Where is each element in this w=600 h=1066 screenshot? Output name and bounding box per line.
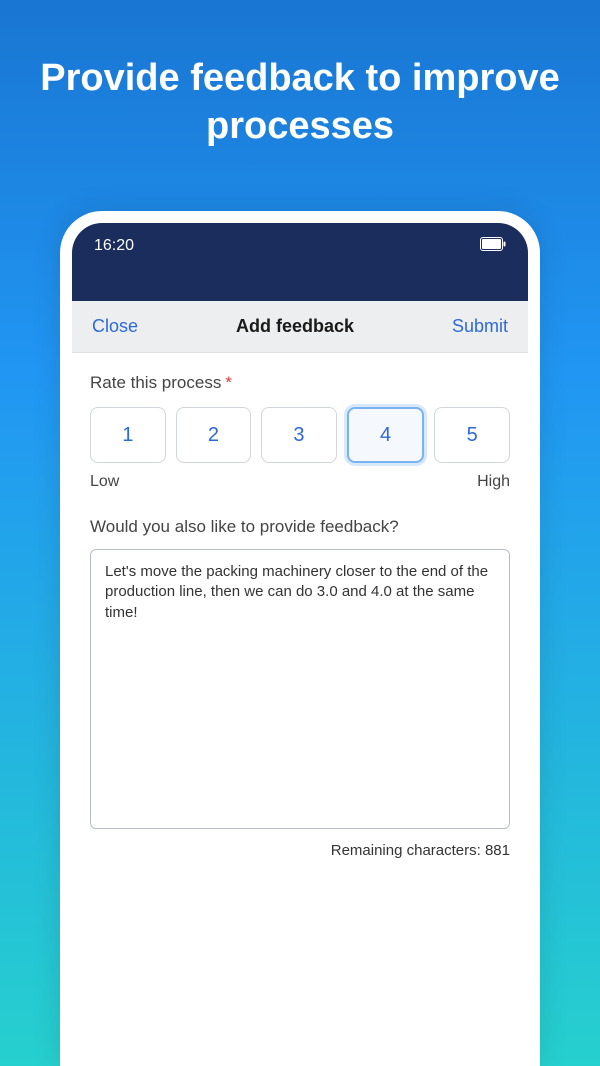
hero-title: Provide feedback to improve processes [0, 55, 600, 150]
modal-header: Close Add feedback Submit [72, 301, 528, 353]
feedback-textarea[interactable] [90, 549, 510, 829]
close-button[interactable]: Close [92, 316, 138, 337]
rating-scale-labels: Low High [90, 473, 510, 491]
rating-option-3[interactable]: 3 [261, 407, 337, 463]
rating-options: 1 2 3 4 5 [90, 407, 510, 463]
scale-high-label: High [477, 473, 510, 491]
remaining-characters: Remaining characters: 881 [90, 842, 510, 859]
rating-option-4[interactable]: 4 [347, 407, 425, 463]
required-indicator: * [225, 373, 232, 393]
feedback-prompt: Would you also like to provide feedback? [90, 517, 510, 537]
rating-option-1[interactable]: 1 [90, 407, 166, 463]
status-bar: 16:20 [72, 223, 528, 301]
battery-icon [480, 237, 506, 251]
rating-label-text: Rate this process [90, 373, 221, 393]
modal-title: Add feedback [236, 316, 354, 337]
phone-screen: 16:20 Close Add feedback Submit Rate thi… [72, 223, 528, 1066]
rating-option-2[interactable]: 2 [176, 407, 252, 463]
phone-frame: 16:20 Close Add feedback Submit Rate thi… [60, 211, 540, 1066]
submit-button[interactable]: Submit [452, 316, 508, 337]
status-time: 16:20 [94, 237, 134, 255]
scale-low-label: Low [90, 473, 119, 491]
rating-option-5[interactable]: 5 [434, 407, 510, 463]
rating-label: Rate this process * [90, 373, 510, 393]
promo-background: Provide feedback to improve processes 16… [0, 0, 600, 1066]
feedback-form: Rate this process * 1 2 3 4 5 Low High W… [72, 353, 528, 879]
